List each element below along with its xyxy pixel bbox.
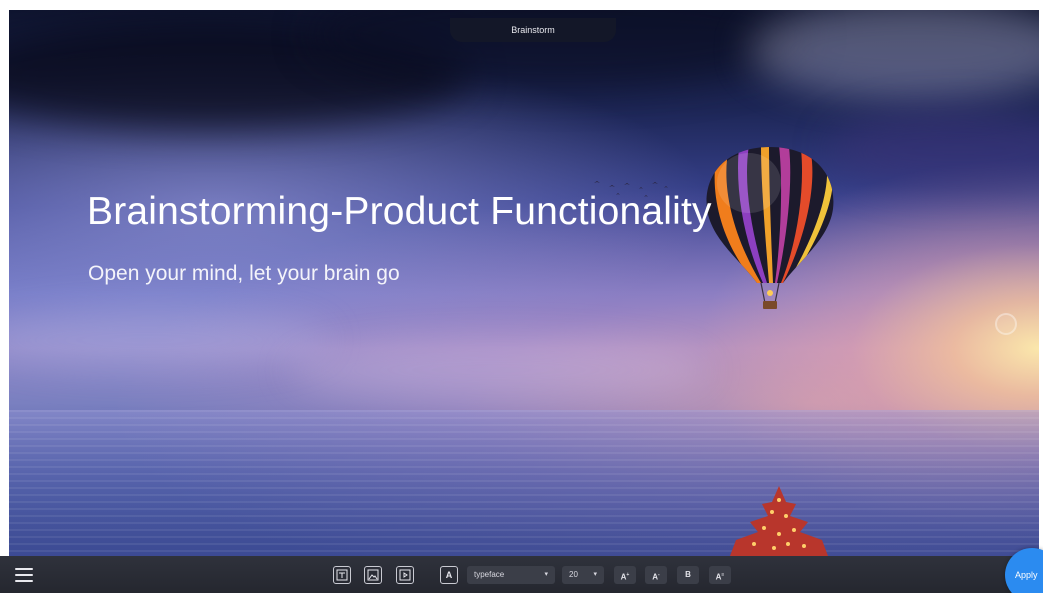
background-cloud [289, 340, 709, 400]
text-effect-button[interactable]: A≡ [709, 566, 731, 584]
text-effect-sup: ≡ [721, 572, 725, 578]
sea-surface [9, 410, 1039, 556]
lit-tree-graphic [730, 486, 828, 556]
text-frame-icon[interactable]: A [440, 566, 458, 584]
bold-label: B [685, 570, 691, 579]
slide-title[interactable]: Brainstorming-Product Functionality [87, 190, 712, 234]
chevron-down-icon: ▾ [593, 571, 597, 578]
app-window: Brainstorm Brainstorming-Product Functio… [0, 0, 1043, 593]
font-size-value: 20 [569, 570, 578, 579]
decrease-font-sup: - [658, 572, 660, 578]
text-layout-icon[interactable] [333, 566, 351, 584]
play-layout-icon[interactable] [396, 566, 414, 584]
typeface-select[interactable]: typeface ▾ [467, 566, 555, 584]
background-cloud [749, 10, 1039, 100]
slide-subtitle[interactable]: Open your mind, let your brain go [88, 262, 400, 286]
background-cloud [9, 310, 329, 370]
hamburger-menu-icon[interactable] [15, 568, 33, 582]
font-size-select[interactable]: 20 ▾ [562, 566, 604, 584]
decrease-font-button[interactable]: A- [645, 566, 667, 584]
hot-air-balloon-graphic [706, 147, 834, 309]
text-style-label: A [445, 570, 453, 580]
chevron-down-icon: ▾ [544, 571, 548, 578]
window-title: Brainstorm [450, 18, 616, 42]
image-layout-icon[interactable] [364, 566, 382, 584]
increase-font-button[interactable]: A+ [614, 566, 636, 584]
background-cloud [829, 110, 1039, 190]
increase-font-sup: + [626, 572, 630, 578]
bottom-toolbar: A typeface ▾ 20 ▾ A+ A- B A≡ [0, 556, 1043, 593]
bold-button[interactable]: B [677, 566, 699, 584]
slide-resize-handle[interactable] [995, 313, 1017, 335]
typeface-value: typeface [474, 570, 505, 579]
